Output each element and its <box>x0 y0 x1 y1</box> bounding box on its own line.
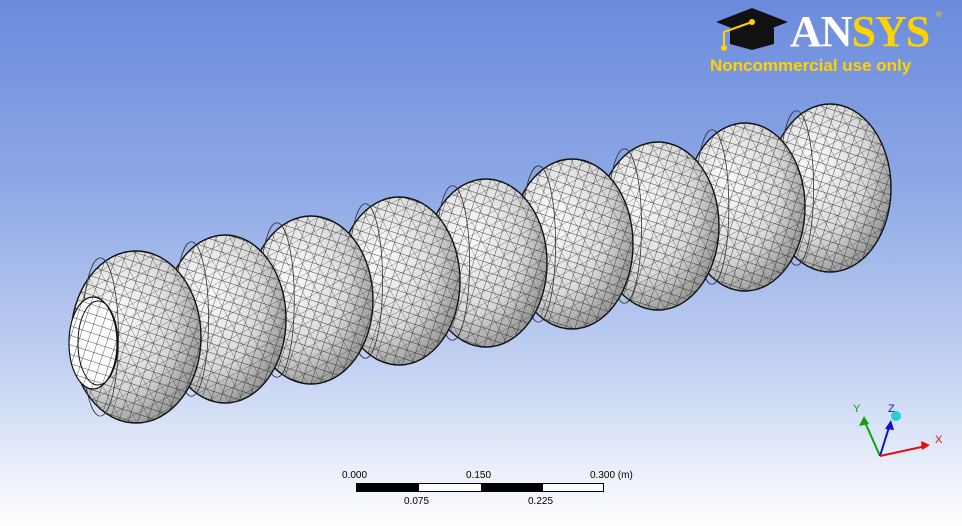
brand-part-2: SYS <box>851 7 931 56</box>
scale-label-300: 0.300 (m) <box>590 470 633 481</box>
bellows-opening <box>68 296 119 390</box>
scale-bar: 0.000 0.150 0.300 (m) 0.075 0.225 <box>340 468 640 512</box>
y-axis-label: Y <box>853 403 861 415</box>
brand-part-1: AN <box>790 7 853 56</box>
scale-label-150: 0.150 <box>466 470 492 481</box>
y-axis-arrow <box>859 416 869 426</box>
scale-block <box>481 484 543 491</box>
graphics-viewport[interactable]: ANSYS ® Noncommercial use only 0.000 0.1… <box>0 0 962 526</box>
scale-label-075: 0.075 <box>404 496 430 507</box>
model-view[interactable] <box>0 0 962 526</box>
ansys-wordmark: ANSYS <box>790 7 931 56</box>
x-axis-line <box>879 445 927 457</box>
license-notice: Noncommercial use only <box>710 56 912 75</box>
z-axis-arrow <box>885 420 894 430</box>
coordinate-triad[interactable]: Y Z X <box>842 398 952 468</box>
x-axis-arrow <box>921 441 930 450</box>
z-axis-label: Z <box>888 403 895 415</box>
scale-label-0: 0.000 <box>342 470 368 481</box>
y-axis-line <box>863 419 881 457</box>
scale-block <box>357 484 419 491</box>
ansys-logo: ANSYS ® Noncommercial use only <box>706 4 946 78</box>
registered-mark: ® <box>936 10 942 19</box>
scale-bar-blocks <box>356 483 604 492</box>
scale-label-225: 0.225 <box>528 496 554 507</box>
x-axis-label: X <box>935 434 943 446</box>
graduation-cap-icon <box>716 8 788 51</box>
